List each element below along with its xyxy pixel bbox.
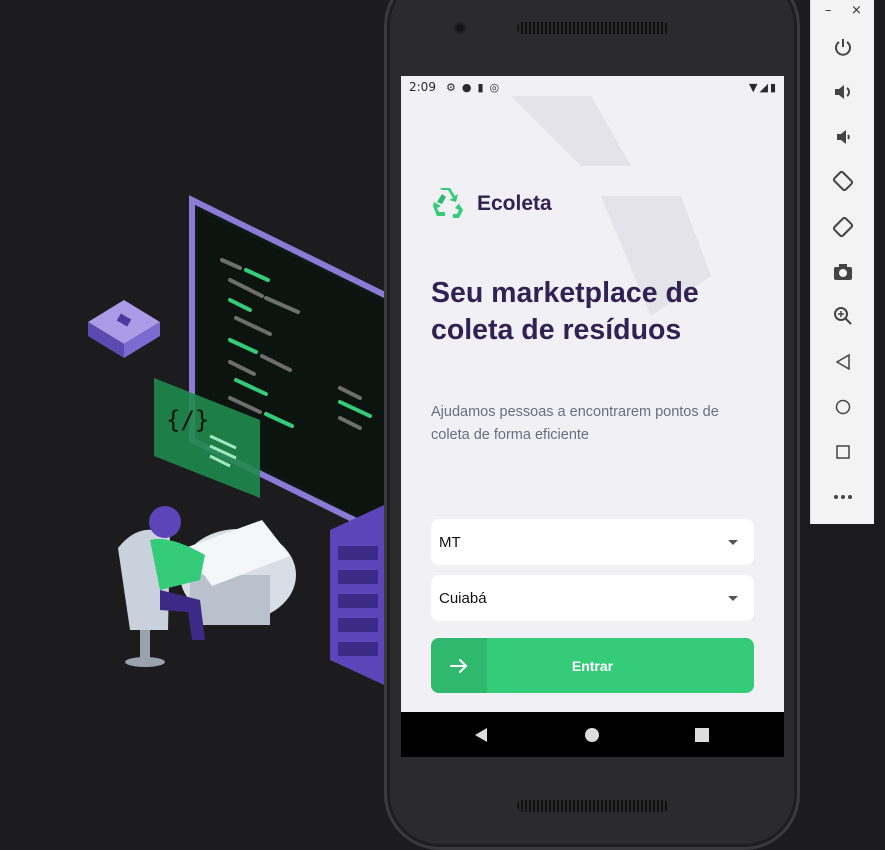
page-title: Seu marketplace de coleta de resíduos (431, 277, 699, 346)
app-name: Ecoleta (477, 192, 552, 215)
developer-illustration: {/} (88, 195, 398, 690)
emulator-toolbar: – × (810, 0, 874, 524)
front-camera (454, 22, 466, 34)
app-logo: Ecoleta (431, 188, 552, 220)
home-icon[interactable] (827, 391, 859, 423)
earpiece-speaker (517, 22, 669, 34)
uf-select[interactable]: MT (431, 519, 754, 565)
chevron-down-icon (728, 595, 738, 601)
back-icon[interactable] (456, 712, 506, 757)
recents-icon[interactable] (677, 712, 727, 757)
uf-select-value: MT (439, 533, 461, 551)
arrow-right-icon (431, 638, 487, 693)
camera-icon[interactable] (827, 256, 859, 288)
wifi-icon: ▼ (749, 80, 758, 94)
status-time: 2:09 (409, 80, 436, 94)
android-nav-bar (401, 712, 784, 757)
city-select[interactable]: Cuiabá (431, 575, 754, 621)
rotate-right-icon[interactable] (827, 211, 859, 243)
volume-up-icon[interactable] (827, 76, 859, 108)
battery-icon: ▮ (769, 80, 776, 94)
home-icon[interactable] (567, 712, 617, 757)
app-screen: 2:09 ⚙ ● ▮ ◎ ▼ ◢ ▮ Ecoleta Seu marketpla… (401, 76, 784, 757)
chevron-down-icon (728, 539, 738, 545)
recycle-icon (433, 188, 463, 218)
more-icon[interactable] (827, 481, 859, 513)
city-select-value: Cuiabá (439, 589, 487, 607)
overview-icon[interactable] (827, 436, 859, 468)
svg-text:{/}: {/} (166, 406, 209, 434)
signal-icon: ◢ (759, 80, 768, 94)
page-subtitle: Ajudamos pessoas a encontrarem pontos de… (431, 404, 719, 443)
bottom-speaker (517, 800, 669, 812)
power-icon[interactable] (827, 31, 859, 63)
enter-button[interactable]: Entrar (431, 638, 754, 693)
volume-down-icon[interactable] (827, 121, 859, 153)
enter-button-label: Entrar (571, 657, 614, 674)
minimize-button[interactable]: – (825, 3, 832, 18)
back-icon[interactable] (827, 346, 859, 378)
zoom-icon[interactable] (827, 300, 859, 332)
close-button[interactable]: × (851, 3, 862, 18)
rotate-left-icon[interactable] (827, 165, 859, 197)
